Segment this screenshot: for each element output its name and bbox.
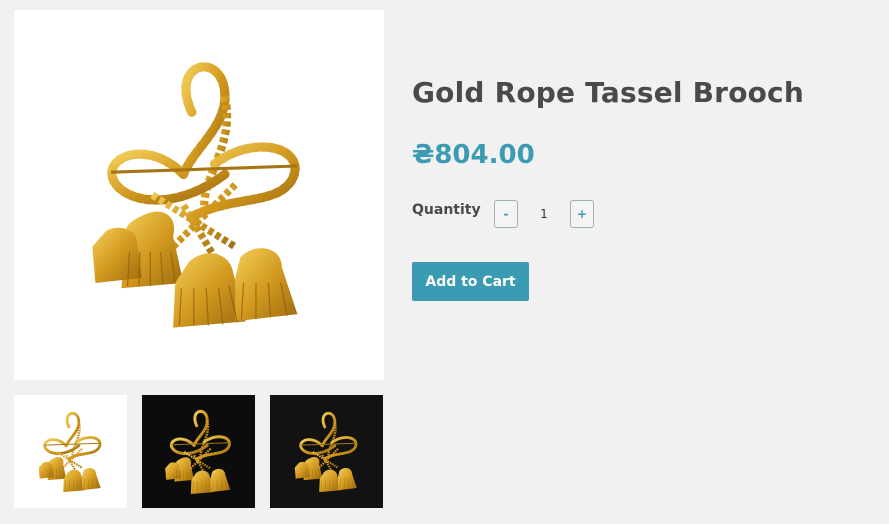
- product-main-image[interactable]: [14, 10, 384, 380]
- thumbnail-gallery: [14, 395, 383, 508]
- add-to-cart-button[interactable]: Add to Cart: [412, 262, 529, 301]
- product-price: ₴804.00: [412, 140, 535, 170]
- quantity-label: Quantity: [412, 202, 481, 218]
- thumbnail-2[interactable]: [142, 395, 255, 508]
- quantity-input[interactable]: [522, 200, 566, 228]
- brooch-thumbnail-image: [163, 409, 232, 496]
- brooch-thumbnail-image: [36, 411, 102, 493]
- quantity-decrease-button[interactable]: -: [494, 200, 518, 228]
- thumbnail-3[interactable]: [270, 395, 383, 508]
- quantity-increase-button[interactable]: +: [570, 200, 594, 228]
- thumbnail-1[interactable]: [14, 395, 127, 508]
- brooch-thumbnail-image: [292, 411, 358, 493]
- product-title: Gold Rope Tassel Brooch: [412, 76, 804, 109]
- brooch-image: [74, 50, 324, 340]
